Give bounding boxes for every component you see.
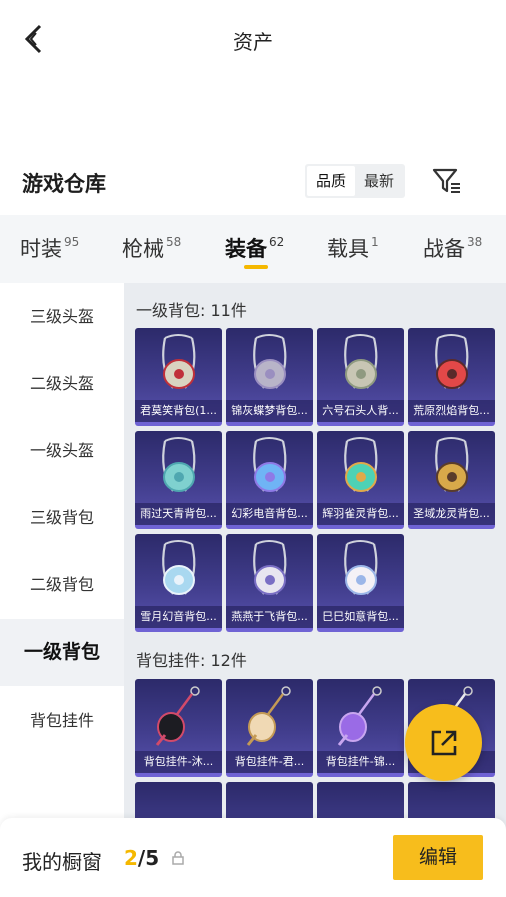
item-name: 圣域龙灵背包... xyxy=(408,503,495,525)
tab-count: 62 xyxy=(269,235,285,249)
showcase-label: 我的橱窗 xyxy=(22,850,102,874)
tab-label: 战备 xyxy=(423,237,465,261)
charm-umbrella-icon xyxy=(246,686,291,746)
backpack-teal-bird-icon xyxy=(344,437,378,492)
backpack-red-flame-icon xyxy=(435,334,469,389)
item-name: 君莫笑背包(1... xyxy=(135,400,222,422)
backpack-card[interactable]: 雪月幻音背包... xyxy=(135,534,222,632)
sidebar-item-backpack-2[interactable]: 二级背包 xyxy=(0,551,124,618)
item-name: 雨过天青背包... xyxy=(135,503,222,525)
backpack-swallow-icon xyxy=(253,540,287,595)
backpack-snow-moon-icon xyxy=(162,540,196,595)
tab-label: 载具 xyxy=(327,237,369,261)
item-grid-area: 一级背包: 11件 君莫笑背包(1... 锦灰蝶梦背包... 六号石头人背... 荒原… xyxy=(124,283,506,897)
item-name: 辉羽雀灵背包... xyxy=(317,503,404,525)
backpack-gray-butterfly-icon xyxy=(253,334,287,389)
showcase-bar: 我的橱窗 2/5 编辑 xyxy=(0,818,506,897)
tab-fashion[interactable]: 时装 95 xyxy=(20,233,79,263)
backpack-neon-disc-icon xyxy=(253,437,287,492)
backpack-card[interactable]: 圣域龙灵背包... xyxy=(408,431,495,529)
item-name: 巳巳如意背包... xyxy=(317,606,404,628)
filter-button[interactable] xyxy=(430,164,464,198)
tab-equipment[interactable]: 装备 62 xyxy=(225,233,284,263)
sort-latest-option[interactable]: 最新 xyxy=(355,166,403,196)
item-name: 背包挂件-沐... xyxy=(135,751,222,773)
charm-card[interactable]: 背包挂件-锦... xyxy=(317,679,404,777)
tab-label: 枪械 xyxy=(122,237,164,261)
showcase-count: 2/5 xyxy=(124,846,159,870)
share-export-icon xyxy=(431,730,456,755)
tab-count: 38 xyxy=(467,235,483,249)
backpack-stone-golem-icon xyxy=(344,334,378,389)
tab-count: 1 xyxy=(371,235,379,249)
backpack-gold-dragon-icon xyxy=(435,437,469,492)
active-tab-indicator xyxy=(244,265,268,269)
backpack-crimson-charm-icon xyxy=(162,334,196,389)
item-name: 背包挂件-锦... xyxy=(317,751,404,773)
sort-quality-option[interactable]: 品质 xyxy=(307,166,356,196)
item-name: 背包挂件-君... xyxy=(226,751,313,773)
item-name: 荒原烈焰背包... xyxy=(408,400,495,422)
filter-icon xyxy=(432,168,460,193)
section-title: 背包挂件: 12件 xyxy=(136,651,247,670)
sort-toggle: 品质 最新 xyxy=(305,164,406,198)
sidebar-item-backpack-charm[interactable]: 背包挂件 xyxy=(0,687,124,754)
backpack-white-bunny-icon xyxy=(344,540,378,595)
backpack-card[interactable]: 荒原烈焰背包... xyxy=(408,328,495,426)
tab-weapons[interactable]: 枪械 58 xyxy=(122,233,181,263)
sidebar-item-helmet-3[interactable]: 三级头盔 xyxy=(0,283,124,350)
charm-black-cat-icon xyxy=(155,686,200,746)
section-title: 一级背包: 11件 xyxy=(136,301,247,320)
sidebar-item-helmet-2[interactable]: 二级头盔 xyxy=(0,350,124,417)
tab-count: 95 xyxy=(64,235,80,249)
tab-vehicles[interactable]: 载具 1 xyxy=(327,233,379,263)
tab-label: 装备 xyxy=(225,237,267,261)
charm-card[interactable]: 背包挂件-君... xyxy=(226,679,313,777)
item-name: 燕燕于飞背包... xyxy=(226,606,313,628)
backpack-card[interactable]: 雨过天青背包... xyxy=(135,431,222,529)
lock-icon xyxy=(172,851,184,865)
warehouse-title: 游戏仓库 xyxy=(22,172,106,196)
backpack-sky-blue-icon xyxy=(162,437,196,492)
backpack-card[interactable]: 锦灰蝶梦背包... xyxy=(226,328,313,426)
backpack-card[interactable]: 六号石头人背... xyxy=(317,328,404,426)
page-title: 资产 xyxy=(233,30,273,54)
subcategory-sidebar: 三级头盔 二级头盔 一级头盔 三级背包 二级背包 一级背包 背包挂件 xyxy=(0,283,124,897)
backpack-card[interactable]: 君莫笑背包(1... xyxy=(135,328,222,426)
backpack-card[interactable]: 燕燕于飞背包... xyxy=(226,534,313,632)
sidebar-item-helmet-1[interactable]: 一级头盔 xyxy=(0,417,124,484)
category-tabs: 时装 95 枪械 58 装备 62 载具 1 战备 38 xyxy=(0,215,506,283)
showcase-current: 2 xyxy=(124,846,138,870)
tab-label: 时装 xyxy=(20,237,62,261)
sidebar-item-backpack-3[interactable]: 三级背包 xyxy=(0,484,124,551)
sidebar-item-backpack-1[interactable]: 一级背包 xyxy=(0,619,124,686)
charm-purple-feather-icon xyxy=(337,686,382,746)
edit-button[interactable]: 编辑 xyxy=(393,835,483,880)
showcase-total: /5 xyxy=(137,846,160,870)
item-name: 六号石头人背... xyxy=(317,400,404,422)
backpack-card[interactable]: 幻彩电音背包... xyxy=(226,431,313,529)
top-bar: 资产 xyxy=(0,0,506,80)
share-button[interactable] xyxy=(405,704,482,781)
tab-count: 58 xyxy=(166,235,182,249)
tab-supplies[interactable]: 战备 38 xyxy=(423,233,482,263)
backpack-card[interactable]: 辉羽雀灵背包... xyxy=(317,431,404,529)
backpack-card[interactable]: 巳巳如意背包... xyxy=(317,534,404,632)
item-name: 锦灰蝶梦背包... xyxy=(226,400,313,422)
item-name: 幻彩电音背包... xyxy=(226,503,313,525)
charm-card[interactable]: 背包挂件-沐... xyxy=(135,679,222,777)
item-name: 雪月幻音背包... xyxy=(135,606,222,628)
